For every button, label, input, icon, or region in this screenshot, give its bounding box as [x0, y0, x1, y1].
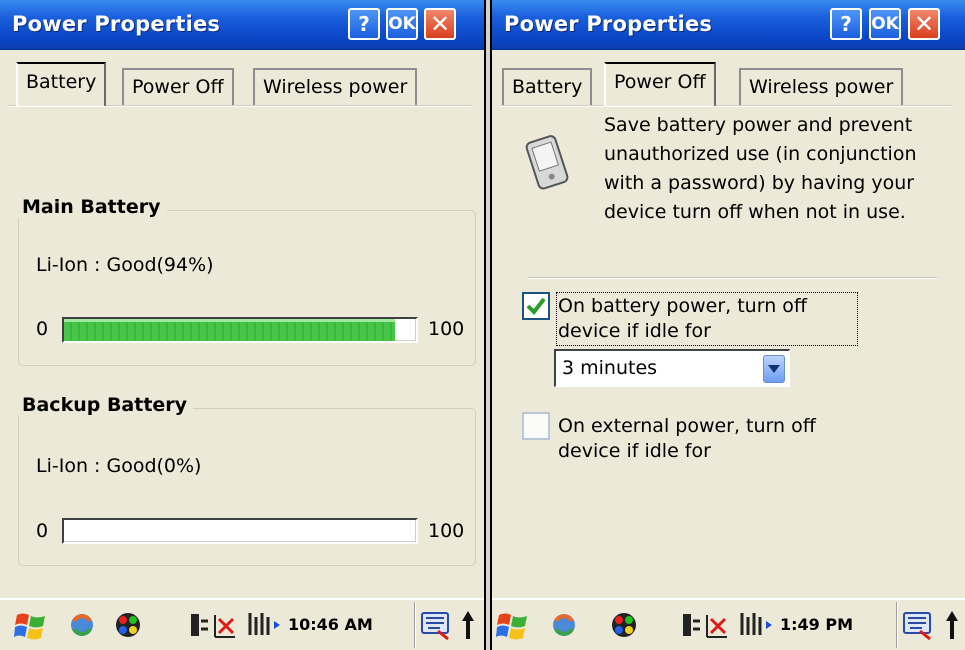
tab-wireless-power[interactable]: Wireless power [739, 68, 904, 106]
idle-time-value: 3 minutes [562, 357, 658, 379]
no-network-icon[interactable] [704, 609, 730, 645]
no-network-icon[interactable] [212, 609, 238, 645]
color-wheel-icon[interactable] [608, 609, 640, 645]
dropdown-arrow-icon[interactable] [763, 355, 785, 383]
tab-wireless-power[interactable]: Wireless power [253, 68, 418, 106]
checkmark-icon [526, 297, 546, 316]
taskbar-clock[interactable]: 10:46 AM [288, 615, 373, 634]
tab-battery[interactable]: Battery [502, 68, 593, 106]
battery-idle-label-line2: device if idle for [558, 320, 711, 342]
external-idle-label-line2: device if idle for [558, 440, 711, 462]
main-battery-status: Li-Ion : Good(94%) [36, 254, 214, 276]
ok-button[interactable]: OK [386, 8, 418, 40]
battery-idle-label-line1: On battery power, turn off [558, 295, 807, 317]
taskbar-separator [414, 602, 416, 648]
battery-idle-checkbox[interactable] [522, 292, 550, 320]
tab-battery[interactable]: Battery [16, 62, 107, 106]
connectivity-icon[interactable] [188, 609, 210, 645]
main-battery-max-label: 100 [428, 318, 465, 340]
tab-power-off[interactable]: Power Off [122, 68, 234, 106]
main-battery-heading: Main Battery [18, 196, 167, 218]
device-power-icon [520, 132, 576, 196]
separator-line [528, 277, 937, 279]
window-title: Power Properties [504, 12, 713, 36]
sync-icon[interactable] [548, 609, 580, 645]
backup-battery-max-label: 100 [428, 520, 465, 542]
backup-battery-status: Li-Ion : Good(0%) [36, 455, 202, 477]
taskbar-clock[interactable]: 1:49 PM [780, 615, 853, 634]
help-button[interactable]: ? [348, 8, 380, 40]
start-windows-icon[interactable] [14, 609, 48, 647]
title-bar: Power Properties ? OK ✕ [0, 0, 484, 50]
main-battery-min-label: 0 [36, 318, 49, 340]
window-title: Power Properties [12, 12, 221, 36]
close-button[interactable]: ✕ [908, 8, 940, 40]
tab-power-off[interactable]: Power Off [604, 62, 716, 106]
idle-time-dropdown[interactable]: 3 minutes [554, 349, 790, 387]
up-arrow-icon[interactable] [944, 609, 960, 645]
battery-idle-label[interactable]: On battery power, turn off device if idl… [556, 292, 858, 346]
up-arrow-icon[interactable] [460, 609, 476, 645]
main-battery-progress-bar [62, 317, 418, 343]
main-battery-progress-fill [64, 319, 395, 341]
tab-strip: Battery Power Off Wireless power [500, 62, 960, 106]
close-button[interactable]: ✕ [424, 8, 456, 40]
power-properties-window-power-off: Power Properties ? OK ✕ Battery Power Of… [492, 0, 965, 650]
keyboard-icon[interactable] [902, 609, 934, 645]
power-off-description: Save battery power and prevent unauthori… [604, 114, 917, 223]
screenshot-divider [484, 0, 492, 650]
backup-battery-progress-bar [62, 518, 418, 544]
connectivity-icon[interactable] [680, 609, 702, 645]
backup-battery-heading: Backup Battery [18, 394, 194, 416]
backup-battery-min-label: 0 [36, 520, 49, 542]
title-bar: Power Properties ? OK ✕ [492, 0, 965, 50]
tab-strip: Battery Power Off Wireless power [8, 62, 478, 106]
taskbar: 1:49 PM [492, 598, 965, 650]
external-idle-label-line1: On external power, turn off [558, 415, 816, 437]
taskbar: 10:46 AM [0, 598, 484, 650]
signal-strength-icon[interactable] [738, 609, 774, 645]
sync-icon[interactable] [66, 609, 98, 645]
signal-strength-icon[interactable] [246, 609, 282, 645]
start-windows-icon[interactable] [496, 609, 530, 647]
external-idle-label[interactable]: On external power, turn off device if id… [558, 414, 878, 464]
color-wheel-icon[interactable] [112, 609, 144, 645]
ok-button[interactable]: OK [869, 8, 901, 40]
tab-divider [500, 105, 953, 107]
keyboard-icon[interactable] [420, 609, 452, 645]
taskbar-separator [896, 602, 898, 648]
power-properties-window-battery: Power Properties ? OK ✕ Battery Power Of… [0, 0, 484, 650]
external-idle-checkbox[interactable] [522, 412, 550, 440]
help-button[interactable]: ? [830, 8, 862, 40]
